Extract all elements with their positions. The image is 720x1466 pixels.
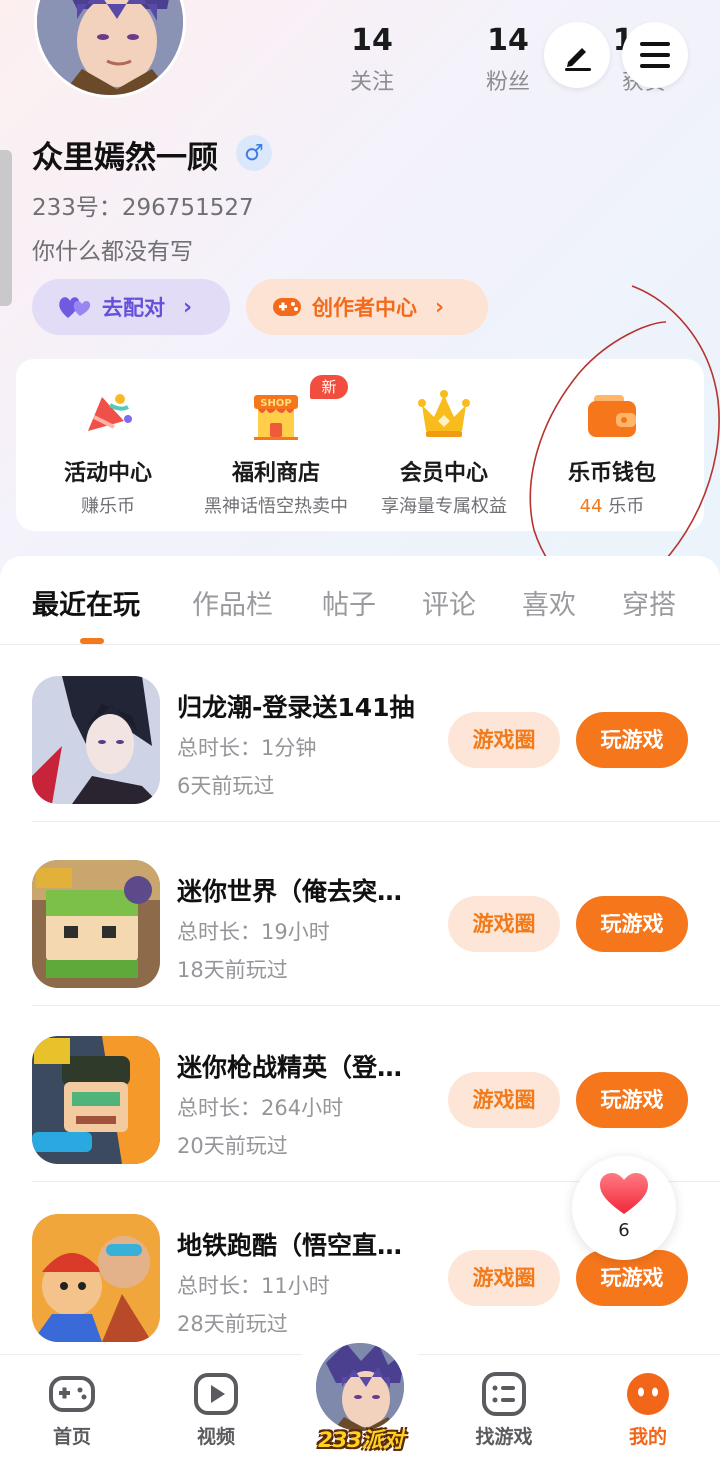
stat-following[interactable]: 14 关注 [322,22,422,96]
tab-recently-played[interactable]: 最近在玩 [32,583,140,622]
game-list-item[interactable]: 归龙潮-登录送141抽 总时长：1分钟 6天前玩过 游戏圈 玩游戏 [0,646,720,822]
tab-posts[interactable]: 帖子 [322,583,376,622]
nav-center-party-avatar[interactable] [313,1340,407,1434]
game-last-played: 6天前玩过 [177,774,275,798]
quick-link-title: 活动中心 [63,461,152,486]
heart-icon [600,1173,648,1214]
tab-likes[interactable]: 喜欢 [522,583,576,622]
play-game-button[interactable]: 玩游戏 [576,896,688,952]
stat-following-label: 关注 [349,70,394,95]
quick-links-card: 活动中心 赚乐币 SHOP 新 福利商店 黑神话悟空热卖中 会员中心 享海量专属… [16,359,704,531]
nav-find-games[interactable]: 找游戏 [454,1372,554,1449]
game-duration: 总时长：11小时 [177,1274,330,1298]
edge-scroll-handle[interactable] [0,150,12,306]
stat-fans-value: 14 [487,23,529,58]
shop-icon-text: SHOP [260,398,291,409]
chevron-right-icon: › [183,294,193,320]
party-popper-icon [88,394,132,431]
quick-link-subtitle: 黑神话悟空热卖中 [204,496,348,517]
menu-button[interactable] [622,22,688,88]
quick-link-title: 乐币钱包 [567,461,656,486]
user-bio[interactable]: 你什么都没有写 [32,232,193,266]
play-game-button[interactable]: 玩游戏 [576,1072,688,1128]
game-icon-subway-surfers[interactable] [32,1214,160,1342]
game-list-item[interactable]: 迷你枪战精英（登… 总时长：264小时 20天前玩过 游戏圈 玩游戏 [0,1006,720,1182]
gender-male-icon: ♂ [236,135,272,171]
game-title: 迷你枪战精英（登… [177,1053,403,1082]
hamburger-menu-icon [640,42,670,68]
quick-link-coin-wallet[interactable]: 乐币钱包 44 乐币 [528,359,696,531]
nav-center-party-label[interactable]: 233派对 [306,1424,416,1454]
tabs-divider [0,644,720,645]
game-icon-mini-gun-elite[interactable] [32,1036,160,1164]
pencil-icon [565,48,591,71]
game-circle-button[interactable]: 游戏圈 [448,1072,560,1128]
new-badge: 新 [310,375,348,399]
edit-profile-button[interactable] [544,22,610,88]
game-duration: 总时长：19小时 [177,920,330,944]
wallet-icon [588,395,636,437]
game-last-played: 28天前玩过 [177,1312,288,1336]
chevron-right-icon: › [435,294,445,320]
coin-unit: 乐币 [602,496,645,517]
row-divider [32,821,720,822]
nav-video[interactable]: 视频 [166,1372,266,1449]
quick-link-title: 福利商店 [231,461,320,486]
play-game-button[interactable]: 玩游戏 [576,712,688,768]
match-button[interactable]: 去配对 › [32,279,230,335]
nav-me[interactable]: 我的 [598,1372,698,1449]
me-face-icon [627,1373,669,1415]
list-icon [482,1372,526,1416]
nav-me-label: 我的 [628,1426,667,1448]
nav-home-label: 首页 [52,1426,91,1448]
game-duration: 总时长：264小时 [177,1096,344,1120]
game-duration: 总时长：1分钟 [177,736,317,760]
game-list-item[interactable]: 迷你世界（俺去突… 总时长：19小时 18天前玩过 游戏圈 玩游戏 [0,830,720,1006]
tab-comments[interactable]: 评论 [422,583,476,622]
nav-home[interactable]: 首页 [22,1372,122,1449]
shop-icon: SHOP [254,395,298,440]
game-circle-button[interactable]: 游戏圈 [448,712,560,768]
stat-fans-label: 粉丝 [485,70,530,95]
username: 众里嫣然一顾 [32,140,218,176]
play-video-icon [194,1373,238,1415]
coin-balance: 44 乐币 [522,492,702,518]
creator-center-label: 创作者中心 [312,296,417,320]
tab-works[interactable]: 作品栏 [192,583,273,622]
game-icon-guilongchao[interactable] [32,676,160,804]
quick-link-activity-center[interactable]: 活动中心 赚乐币 [24,359,192,531]
game-last-played: 20天前玩过 [177,1134,288,1158]
game-title: 迷你世界（俺去突… [177,877,403,906]
coin-amount: 44 [579,496,603,517]
gamepad-icon [273,298,301,316]
game-circle-button[interactable]: 游戏圈 [448,1250,560,1306]
crown-icon [418,390,470,437]
creator-center-button[interactable]: 创作者中心 › [246,279,488,335]
tab-outfits[interactable]: 穿搭 [622,583,676,622]
nav-video-label: 视频 [196,1426,235,1448]
floating-like-button[interactable]: 6 [572,1156,676,1260]
match-label: 去配对 [102,296,165,320]
user-id: 233号：296751527 [32,195,254,221]
nav-find-games-label: 找游戏 [475,1426,533,1448]
quick-link-subtitle: 赚乐币 [81,496,135,517]
quick-link-subtitle: 享海量专属权益 [381,496,507,517]
like-count: 6 [618,1220,630,1241]
quick-link-welfare-shop[interactable]: SHOP 新 福利商店 黑神话悟空热卖中 [192,359,360,531]
stat-following-value: 14 [351,23,393,58]
stat-fans[interactable]: 14 粉丝 [458,22,558,96]
quick-link-title: 会员中心 [399,461,488,486]
double-heart-icon [59,297,91,318]
gamepad-icon [49,1376,95,1412]
game-circle-button[interactable]: 游戏圈 [448,896,560,952]
game-icon-mini-world[interactable] [32,860,160,988]
quick-link-vip-center[interactable]: 会员中心 享海量专属权益 [360,359,528,531]
game-title: 归龙潮-登录送141抽 [177,693,415,722]
game-title: 地铁跑酷（悟空直… [177,1231,403,1260]
game-last-played: 18天前玩过 [177,958,288,982]
